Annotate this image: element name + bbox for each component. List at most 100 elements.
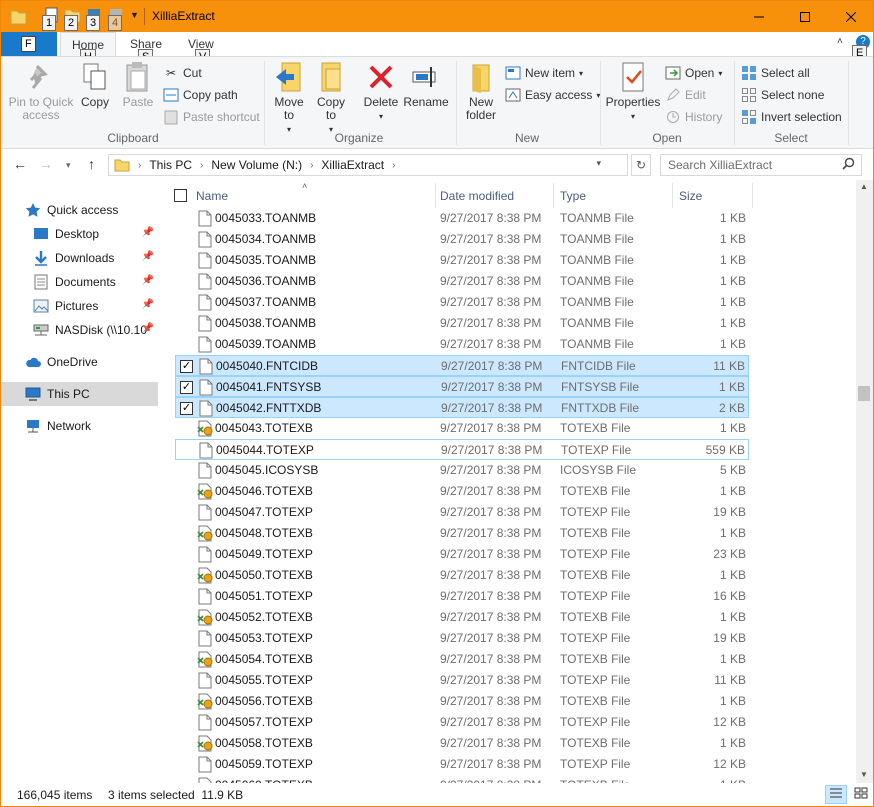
- row-checkbox[interactable]: ✓: [180, 360, 193, 373]
- file-row[interactable]: 0045051.TOTEXP 9/27/2017 8:38 PM TOTEXP Fi…: [175, 586, 749, 607]
- select-all-checkbox[interactable]: [174, 189, 187, 202]
- breadcrumb-new-volume[interactable]: New Volume (N:): [211, 158, 302, 172]
- nav-nasdisk[interactable]: NASDisk (\\10.10 📌: [1, 318, 158, 342]
- scroll-up-icon[interactable]: ▲: [860, 182, 868, 191]
- paste-shortcut-button[interactable]: Paste shortcut: [163, 109, 260, 125]
- tab-home[interactable]: Home H: [60, 32, 116, 65]
- file-row[interactable]: ✓ 0045041.FNTSYSB 9/27/2017 8:38 PM FNTSYSB…: [175, 376, 749, 397]
- file-row[interactable]: 0045046.TOTEXB 9/27/2017 8:38 PM TOTEXB Fi…: [175, 481, 749, 502]
- row-checkbox[interactable]: ✓: [180, 381, 193, 394]
- nav-network[interactable]: Network: [1, 414, 158, 438]
- nav-pictures-label: Pictures: [55, 299, 99, 313]
- nav-downloads[interactable]: Downloads 📌: [1, 246, 158, 270]
- file-row[interactable]: 0045060.TOTEXB9/27/2017 8:38 PMTOTEXB Fi…: [175, 775, 749, 783]
- nav-desktop[interactable]: Desktop 📌: [1, 222, 158, 246]
- select-all-button[interactable]: Select all: [741, 65, 810, 81]
- file-row[interactable]: 0045038.TOANMB 9/27/2017 8:38 PM TOANMB Fi…: [175, 313, 749, 334]
- address-bar[interactable]: › This PC › New Volume (N:) › XilliaExtr…: [108, 154, 628, 176]
- nav-onedrive[interactable]: OneDrive: [1, 350, 158, 374]
- easy-access-button[interactable]: Easy access ▾: [505, 87, 600, 103]
- keytip-1: 1: [42, 15, 57, 31]
- minimize-button[interactable]: [736, 1, 782, 32]
- forward-button[interactable]: →: [39, 156, 53, 172]
- open-button[interactable]: Open ▾: [665, 65, 722, 81]
- file-row[interactable]: 0045033.TOANMB 9/27/2017 8:38 PM TOANMB Fi…: [175, 208, 749, 229]
- rename-button[interactable]: Rename: [403, 61, 449, 109]
- refresh-button[interactable]: ↻: [631, 154, 651, 176]
- qat-dropdown-icon[interactable]: ▼: [130, 10, 139, 20]
- address-dropdown-icon[interactable]: ▾: [596, 158, 601, 169]
- new-item-button[interactable]: New item ▾: [505, 65, 583, 81]
- nav-documents[interactable]: Documents 📌: [1, 270, 158, 294]
- file-row[interactable]: 0045034.TOANMB 9/27/2017 8:38 PM TOANMB Fi…: [175, 229, 749, 250]
- search-input[interactable]: Search XilliaExtract: [660, 154, 862, 176]
- move-to-button[interactable]: Move to ▾: [271, 61, 307, 136]
- pin-to-quick-access-button[interactable]: Pin to Quick access: [5, 61, 77, 122]
- column-name[interactable]: Name: [190, 183, 436, 208]
- file-row[interactable]: 0045054.TOTEXB 9/27/2017 8:38 PM TOTEXB Fi…: [175, 649, 749, 670]
- file-row[interactable]: ✓ 0045042.FNTTXDB 9/27/2017 8:38 PM FNTTXDB…: [175, 397, 749, 418]
- file-row[interactable]: 0045055.TOTEXP 9/27/2017 8:38 PM TOTEXP Fi…: [175, 670, 749, 691]
- copy-to-button[interactable]: Copy to ▾: [313, 61, 349, 136]
- file-row[interactable]: 0045044.TOTEXP 9/27/2017 8:38 PM TOTEXP Fi…: [175, 439, 749, 460]
- title-bar[interactable]: 1 2 3 4 ▼ XilliaExtract: [1, 1, 873, 32]
- breadcrumb-this-pc[interactable]: This PC: [149, 158, 192, 172]
- file-row[interactable]: 0045039.TOANMB 9/27/2017 8:38 PM TOANMB Fi…: [175, 334, 749, 355]
- file-row[interactable]: 0045043.TOTEXB 9/27/2017 8:38 PM TOTEXB Fi…: [175, 418, 749, 439]
- nav-pictures[interactable]: Pictures 📌: [1, 294, 158, 318]
- file-icon: [197, 294, 213, 311]
- file-row[interactable]: 0045045.ICOSYSB 9/27/2017 8:38 PM ICOSYSB …: [175, 460, 749, 481]
- file-row[interactable]: 0045047.TOTEXP 9/27/2017 8:38 PM TOTEXP Fi…: [175, 502, 749, 523]
- cut-button[interactable]: ✂ Cut: [163, 65, 202, 81]
- file-row[interactable]: 0045057.TOTEXP 9/27/2017 8:38 PM TOTEXP Fi…: [175, 712, 749, 733]
- vertical-scrollbar[interactable]: ▲ ▼: [856, 180, 873, 783]
- new-folder-qat-icon[interactable]: 2: [64, 6, 81, 31]
- breadcrumb-xilliaextract[interactable]: XilliaExtract: [321, 158, 384, 172]
- properties-button[interactable]: Properties ▾: [605, 61, 661, 123]
- new-folder-button[interactable]: New folder: [461, 61, 501, 122]
- delete-button[interactable]: Delete ▾: [361, 61, 401, 123]
- column-type[interactable]: Type: [554, 183, 673, 208]
- file-row[interactable]: 0045053.TOTEXP 9/27/2017 8:38 PM TOTEXP Fi…: [175, 628, 749, 649]
- collapse-ribbon-icon[interactable]: ˄: [837, 36, 843, 47]
- rename-qat-icon[interactable]: 4: [108, 6, 125, 31]
- large-icons-view-button[interactable]: [850, 785, 872, 804]
- file-row[interactable]: 0045037.TOANMB 9/27/2017 8:38 PM TOANMB Fi…: [175, 292, 749, 313]
- nav-this-pc[interactable]: This PC: [1, 382, 158, 406]
- scrollbar-thumb[interactable]: [858, 386, 870, 401]
- file-row[interactable]: 0045059.TOTEXP 9/27/2017 8:38 PM TOTEXP Fi…: [175, 754, 749, 775]
- file-row[interactable]: 0045048.TOTEXB 9/27/2017 8:38 PM TOTEXB Fi…: [175, 523, 749, 544]
- select-none-button[interactable]: Select none: [741, 87, 824, 103]
- file-row[interactable]: 0045052.TOTEXB 9/27/2017 8:38 PM TOTEXB Fi…: [175, 607, 749, 628]
- row-checkbox[interactable]: ✓: [180, 402, 193, 415]
- file-row[interactable]: 0045056.TOTEXB 9/27/2017 8:38 PM TOTEXB Fi…: [175, 691, 749, 712]
- file-row[interactable]: 0045049.TOTEXP 9/27/2017 8:38 PM TOTEXP Fi…: [175, 544, 749, 565]
- back-button[interactable]: ←: [13, 156, 27, 172]
- file-date: 9/27/2017 8:38 PM: [440, 547, 542, 561]
- invert-selection-button[interactable]: Invert selection: [741, 109, 842, 125]
- properties-qat-icon[interactable]: 1: [42, 6, 60, 31]
- close-button[interactable]: [828, 1, 873, 32]
- file-size: 16 KB: [713, 589, 746, 603]
- up-button[interactable]: ↑: [88, 156, 95, 172]
- file-row[interactable]: 0045036.TOANMB 9/27/2017 8:38 PM TOANMB Fi…: [175, 271, 749, 292]
- scroll-down-icon[interactable]: ▼: [860, 770, 868, 779]
- maximize-button[interactable]: [782, 1, 828, 32]
- file-row[interactable]: 0045035.TOANMB 9/27/2017 8:38 PM TOANMB Fi…: [175, 250, 749, 271]
- title-divider: [144, 8, 145, 25]
- details-view-button[interactable]: [825, 785, 847, 804]
- paste-button[interactable]: Paste: [118, 61, 158, 109]
- recent-locations-dropdown[interactable]: ▾: [66, 160, 71, 171]
- file-row[interactable]: 0045050.TOTEXB 9/27/2017 8:38 PM TOTEXB Fi…: [175, 565, 749, 586]
- file-row[interactable]: ✓ 0045040.FNTCIDB 9/27/2017 8:38 PM FNTCIDB…: [175, 355, 749, 376]
- copy-path-button[interactable]: Copy path: [163, 87, 238, 103]
- file-row[interactable]: 0045058.TOTEXB 9/27/2017 8:38 PM TOTEXB Fi…: [175, 733, 749, 754]
- nav-quick-access[interactable]: Quick access: [1, 198, 158, 222]
- column-size[interactable]: Size: [673, 183, 753, 208]
- column-date-modified[interactable]: Date modified: [434, 183, 554, 208]
- copy-button[interactable]: Copy: [77, 61, 113, 109]
- edit-button[interactable]: Edit: [665, 87, 706, 103]
- history-button[interactable]: History: [665, 109, 722, 125]
- undo-qat-icon[interactable]: 3: [86, 6, 103, 31]
- tab-file[interactable]: F: [1, 32, 57, 57]
